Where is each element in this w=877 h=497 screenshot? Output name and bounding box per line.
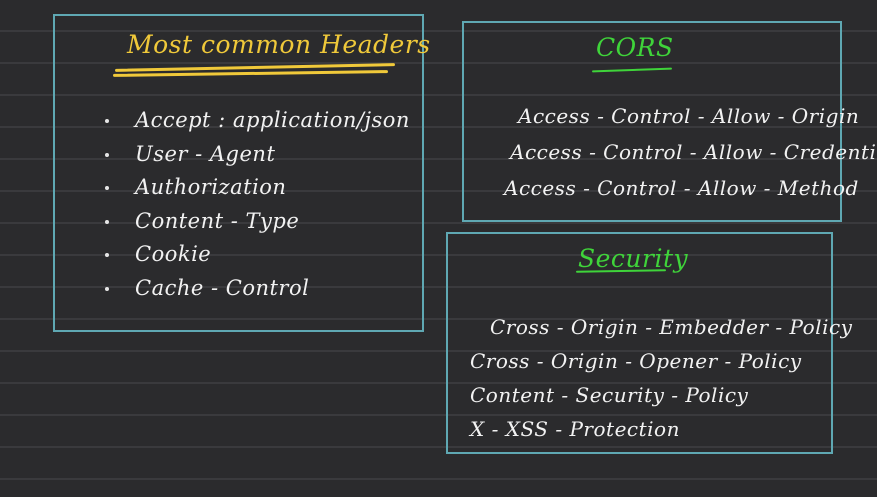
list-item: Cross - Origin - Opener - Policy: [470, 349, 802, 373]
bullet-dot: [105, 253, 109, 257]
list-item: X - XSS - Protection: [470, 417, 680, 441]
common-headers-title: Most common Headers: [127, 30, 431, 59]
cors-title: CORS: [596, 33, 674, 62]
cors-title-underline: [591, 67, 673, 73]
common-headers-panel: Most common Headers Accept : application…: [53, 14, 430, 332]
bullet-dot: [105, 286, 109, 291]
list-item: Access - Control - Allow - Credentials: [510, 140, 877, 164]
bullet-dot: [105, 152, 109, 157]
list-item: Content - Type: [105, 205, 410, 239]
list-item-label: Authorization: [135, 175, 287, 199]
bullet-dot: [105, 119, 109, 123]
list-item: Cache - Control: [105, 272, 410, 306]
list-item: Authorization: [105, 171, 410, 205]
list-item: Cookie: [105, 238, 410, 272]
common-headers-list: Accept : application/json User - Agent A…: [105, 104, 410, 305]
list-item-label: User - Agent: [135, 141, 276, 166]
security-headers-list: Cross - Origin - Embedder - Policy Cross…: [470, 310, 852, 446]
security-panel: Security Cross - Origin - Embedder - Pol…: [446, 232, 852, 454]
list-item-label: Accept : application/json: [135, 108, 410, 132]
list-item: Access - Control - Allow - Origin: [518, 104, 860, 128]
list-item-label: Cache - Control: [135, 275, 310, 300]
list-item: User - Agent: [105, 138, 410, 172]
bullet-dot: [105, 219, 109, 224]
list-item-label: Cookie: [135, 242, 212, 266]
list-item: Access - Control - Allow - Method: [504, 176, 859, 200]
cors-panel: CORS Access - Control - Allow - Origin A…: [462, 21, 877, 222]
list-item: Content - Security - Policy: [470, 383, 749, 407]
security-title: Security: [578, 244, 689, 273]
list-item-label: Content - Type: [135, 208, 300, 233]
cors-headers-list: Access - Control - Allow - Origin Access…: [504, 98, 877, 206]
list-item: Cross - Origin - Embedder - Policy: [490, 315, 853, 339]
list-item: Accept : application/json: [105, 104, 410, 138]
bullet-dot: [105, 186, 109, 190]
